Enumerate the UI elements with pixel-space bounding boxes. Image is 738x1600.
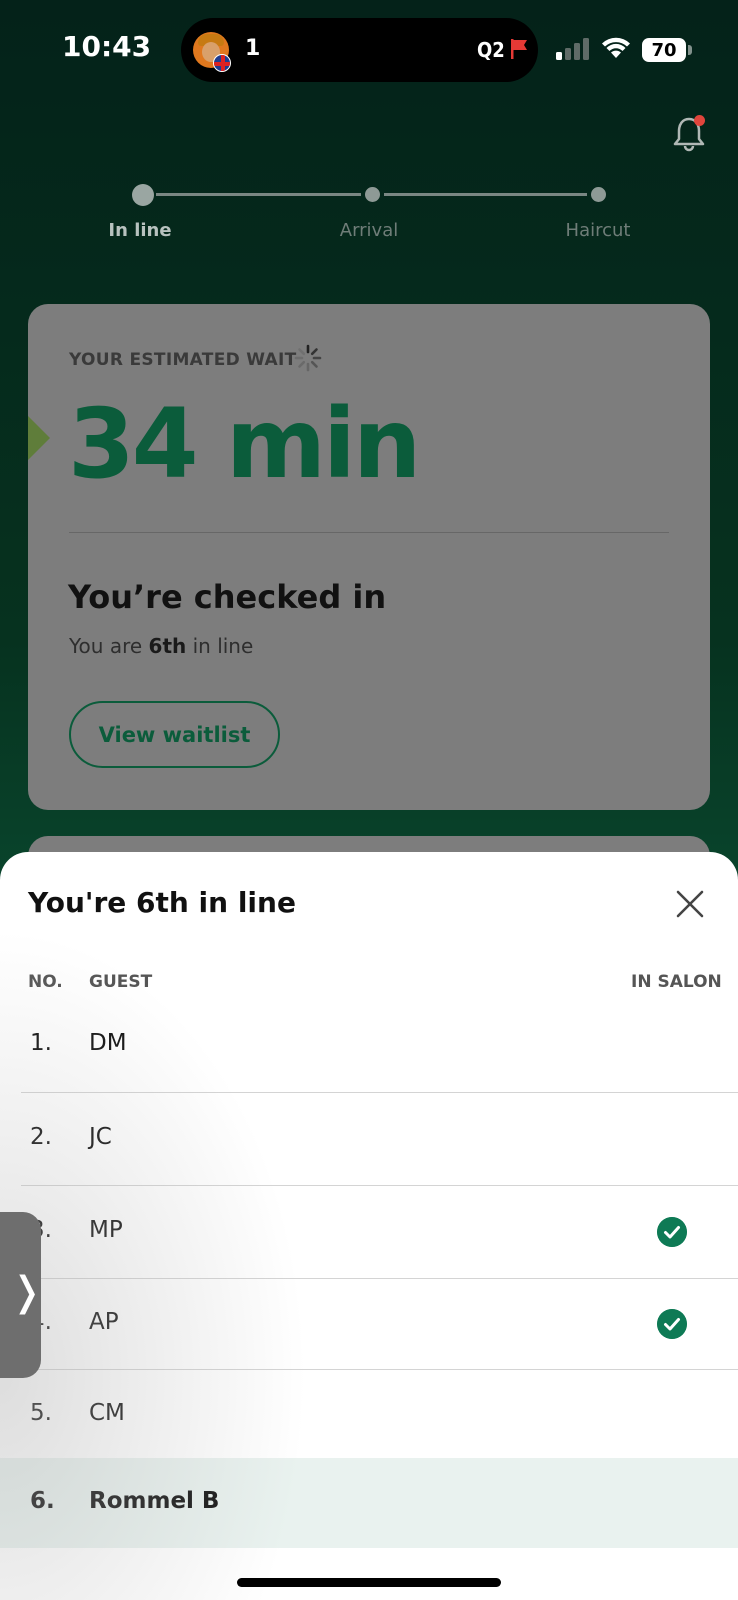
step-line <box>384 193 587 196</box>
decorative-wedge <box>28 416 50 460</box>
home-indicator[interactable] <box>237 1578 501 1587</box>
table-row: 5. CM <box>0 1370 738 1462</box>
table-row: 2. JC <box>0 1093 738 1186</box>
row-guest: CM <box>89 1400 125 1426</box>
island-count: 1 <box>245 36 261 61</box>
divider <box>69 532 669 533</box>
view-waitlist-button[interactable]: View waitlist <box>69 701 280 768</box>
queue-position-value: 6th <box>148 634 187 658</box>
estimated-wait-value: 34 min <box>68 388 421 500</box>
step-label-haircut: Haircut <box>565 220 631 241</box>
row-number: 5. <box>30 1400 52 1426</box>
column-header-guest: GUEST <box>89 972 153 992</box>
step-line <box>156 193 361 196</box>
battery-indicator: 70 <box>642 38 686 62</box>
row-guest: MP <box>89 1217 123 1243</box>
dynamic-island[interactable]: 1 Q2 <box>181 18 538 82</box>
flag-icon <box>511 39 527 59</box>
uk-flag-icon <box>213 54 231 72</box>
checked-in-title: You’re checked in <box>68 578 387 616</box>
close-icon[interactable] <box>672 886 708 922</box>
step-dot-arrival <box>365 187 380 202</box>
side-drawer-handle[interactable]: ❭ <box>0 1212 44 1378</box>
row-number: 1. <box>30 1030 52 1056</box>
cell-signal-icon <box>556 38 589 60</box>
row-number: 2. <box>30 1124 52 1150</box>
loading-spinner-icon <box>294 344 322 372</box>
table-row: 3. MP <box>0 1186 738 1279</box>
column-header-in-salon: IN SALON <box>631 972 722 992</box>
sheet-title: You're 6th in line <box>28 886 296 919</box>
table-row: 1. DM <box>0 1002 738 1094</box>
column-header-no: NO. <box>28 972 63 992</box>
in-salon-check-icon <box>657 1309 687 1339</box>
row-guest: AP <box>89 1309 119 1335</box>
step-label-arrival: Arrival <box>339 220 399 241</box>
step-dot-in-line <box>132 184 154 206</box>
step-dot-haircut <box>591 187 606 202</box>
queue-position-text: You are 6th in line <box>69 634 254 658</box>
row-guest: JC <box>89 1124 112 1150</box>
step-label-in-line: In line <box>108 220 172 241</box>
table-row: 4. AP <box>0 1278 738 1370</box>
wifi-icon <box>602 37 630 58</box>
in-salon-check-icon <box>657 1217 687 1247</box>
row-guest: Rommel B <box>89 1488 220 1514</box>
row-guest: DM <box>89 1030 127 1056</box>
notification-badge <box>694 115 705 126</box>
chevron-right-icon: ❭ <box>10 1269 44 1315</box>
wait-eyebrow: YOUR ESTIMATED WAIT <box>69 350 297 370</box>
table-row-current-user: 6. Rommel B <box>0 1458 738 1548</box>
status-time: 10:43 <box>62 30 152 63</box>
row-number: 6. <box>30 1488 55 1514</box>
island-label: Q2 <box>477 38 505 62</box>
waitlist-sheet: You're 6th in line NO. GUEST IN SALON 1.… <box>0 852 738 1600</box>
